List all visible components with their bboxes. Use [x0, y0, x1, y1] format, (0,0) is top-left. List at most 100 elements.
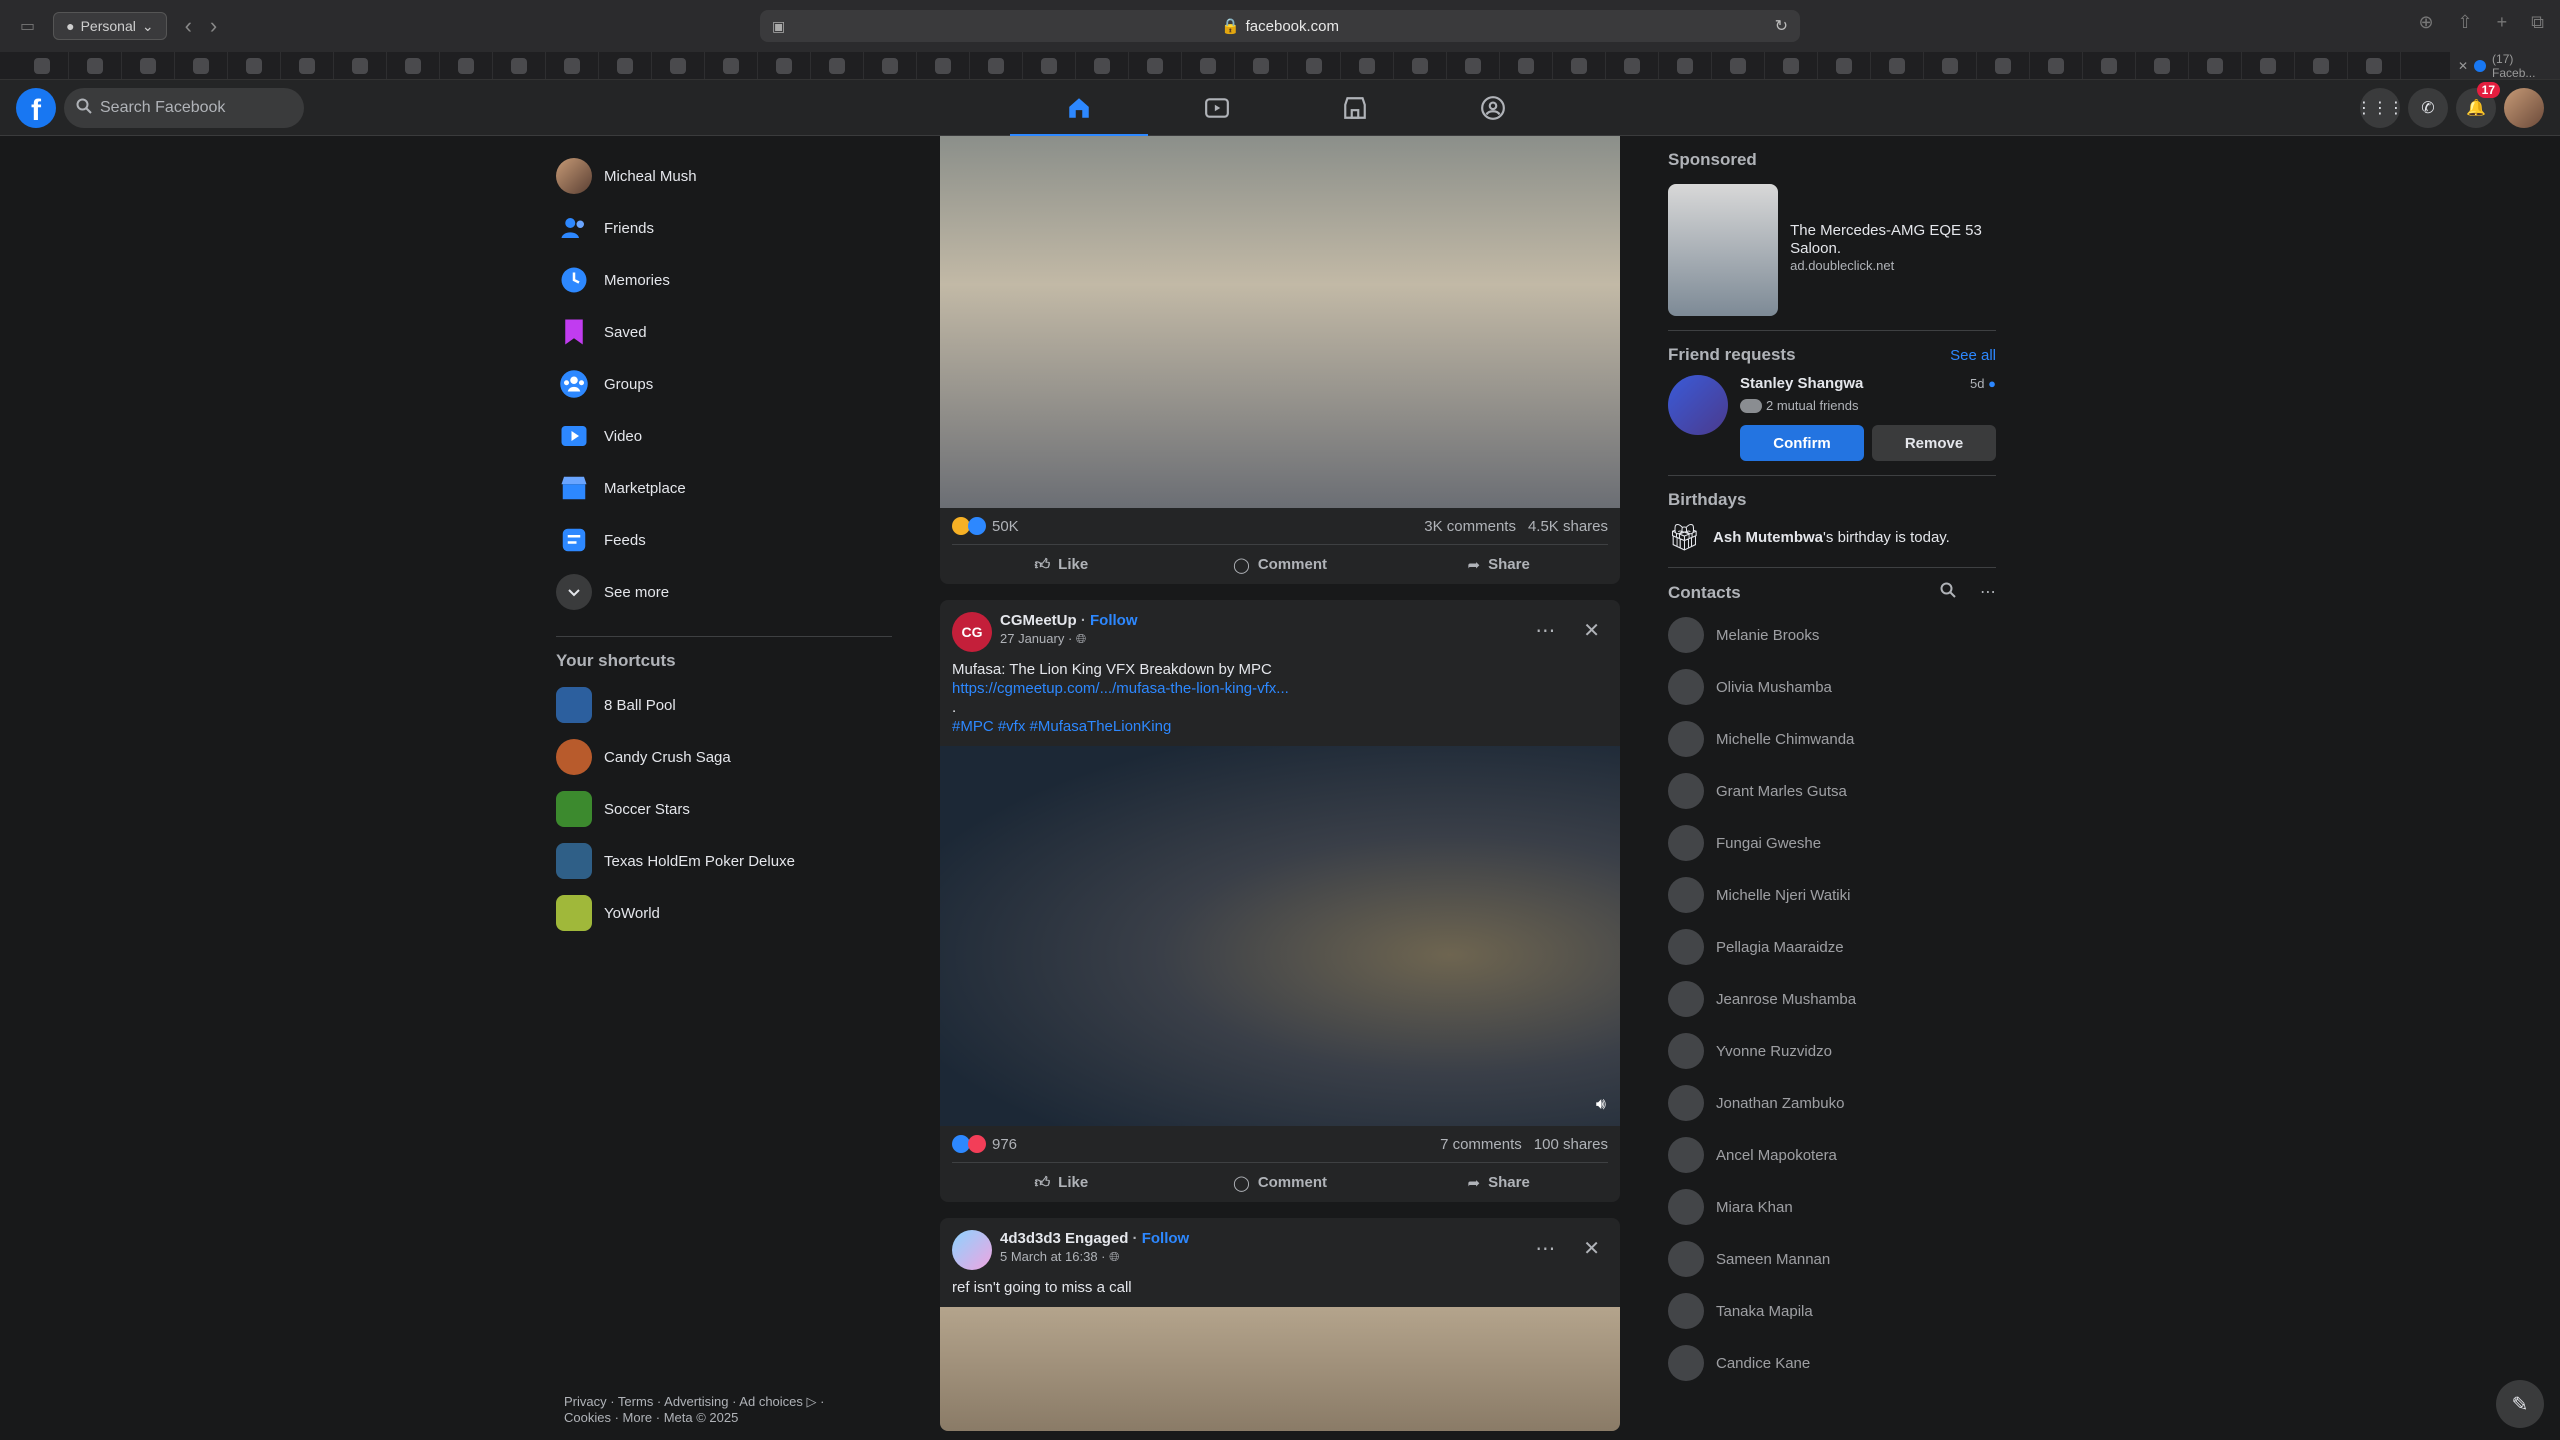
requester-name[interactable]: Stanley Shangwa — [1740, 375, 1863, 392]
pinned-tab[interactable] — [2189, 52, 2242, 79]
sponsored-ad[interactable]: The Mercedes-AMG EQE 53 Saloon. ad.doubl… — [1668, 184, 1996, 316]
like-button[interactable]: 👍︎ Like — [952, 545, 1171, 584]
new-message-button[interactable]: ✎ — [2496, 1380, 2544, 1428]
confirm-button[interactable]: Confirm — [1740, 425, 1864, 461]
contact-item[interactable]: Michelle Njeri Watiki — [1668, 869, 1996, 921]
pinned-tab[interactable] — [1818, 52, 1871, 79]
comment-count[interactable]: 3K comments — [1424, 518, 1516, 535]
tab-groups[interactable] — [1424, 80, 1562, 136]
new-tab-icon[interactable]: + — [2497, 12, 2508, 33]
pinned-tab[interactable] — [1765, 52, 1818, 79]
share-count[interactable]: 4.5K shares — [1528, 518, 1608, 535]
more-options-icon[interactable]: ⋯ — [1535, 618, 1555, 643]
search-input[interactable]: Search Facebook — [64, 88, 304, 128]
pinned-tab[interactable] — [69, 52, 122, 79]
pinned-tab[interactable] — [2030, 52, 2083, 79]
page-avatar[interactable] — [952, 1230, 992, 1270]
pinned-tab[interactable] — [970, 52, 1023, 79]
post-photo[interactable] — [940, 1307, 1620, 1431]
reload-icon[interactable]: ↻ — [1775, 16, 1788, 36]
post-link[interactable]: https://cgmeetup.com/.../mufasa-the-lion… — [952, 679, 1608, 698]
pinned-tab[interactable] — [1606, 52, 1659, 79]
pinned-tab[interactable] — [1023, 52, 1076, 79]
comment-count[interactable]: 7 comments — [1440, 1136, 1522, 1153]
sidebar-item-profile[interactable]: Micheal Mush — [556, 150, 896, 202]
shortcut-soccer-stars[interactable]: Soccer Stars — [556, 783, 896, 835]
contact-item[interactable]: Candice Kane — [1668, 1337, 1996, 1389]
sidebar-item-friends[interactable]: Friends — [556, 202, 896, 254]
pinned-tab[interactable] — [2083, 52, 2136, 79]
post-date[interactable]: 5 March at 16:38 — [1000, 1249, 1098, 1264]
sidebar-item-see-more[interactable]: See more — [556, 566, 896, 618]
search-icon[interactable] — [1940, 582, 1956, 603]
footer-line[interactable]: Cookies · More · Meta © 2025 — [564, 1410, 904, 1426]
more-options-icon[interactable]: ⋯ — [1980, 582, 1996, 603]
sidebar-item-saved[interactable]: Saved — [556, 306, 896, 358]
birthday-name[interactable]: Ash Mutembwa — [1713, 529, 1823, 546]
pinned-tab[interactable] — [16, 52, 69, 79]
reaction-count[interactable]: 50K — [992, 518, 1019, 535]
comment-button[interactable]: ◯ Comment — [1171, 545, 1390, 584]
pinned-tab[interactable] — [2295, 52, 2348, 79]
pinned-tab[interactable] — [599, 52, 652, 79]
contact-item[interactable]: Fungai Gweshe — [1668, 817, 1996, 869]
share-icon[interactable]: ⇧ — [2458, 12, 2473, 33]
volume-icon[interactable]: 🔊︎ — [1596, 1096, 1606, 1114]
pinned-tab[interactable] — [864, 52, 917, 79]
facebook-logo-icon[interactable]: f — [16, 88, 56, 128]
pinned-tab[interactable] — [811, 52, 864, 79]
contact-item[interactable]: Miara Khan — [1668, 1181, 1996, 1233]
menu-grid-button[interactable]: ⋮⋮⋮ — [2356, 88, 2404, 128]
pinned-tab[interactable] — [334, 52, 387, 79]
share-button[interactable]: ➦ Share — [1389, 545, 1608, 584]
download-icon[interactable]: ⊕ — [2418, 12, 2433, 33]
pinned-tab[interactable] — [281, 52, 334, 79]
pinned-tab[interactable] — [228, 52, 281, 79]
reaction-count[interactable]: 976 — [992, 1136, 1017, 1153]
share-button[interactable]: ➦ Share — [1389, 1163, 1608, 1202]
post-author[interactable]: CGMeetUp — [1000, 612, 1077, 629]
contact-item[interactable]: Jeanrose Mushamba — [1668, 973, 1996, 1025]
post-hashtags[interactable]: #MPC #vfx #MufasaTheLionKing — [952, 717, 1608, 736]
pinned-tab[interactable] — [2136, 52, 2189, 79]
pinned-tab[interactable] — [1394, 52, 1447, 79]
sidebar-item-feeds[interactable]: Feeds — [556, 514, 896, 566]
sidebar-item-marketplace[interactable]: Marketplace — [556, 462, 896, 514]
more-options-icon[interactable]: ⋯ — [1535, 1236, 1555, 1261]
sidebar-item-video[interactable]: Video — [556, 410, 896, 462]
shortcut-candy-crush[interactable]: Candy Crush Saga — [556, 731, 896, 783]
account-avatar[interactable] — [2504, 88, 2544, 128]
pinned-tab[interactable] — [1129, 52, 1182, 79]
close-icon[interactable]: ✕ — [1583, 1236, 1600, 1261]
address-bar[interactable]: ▣ 🔒 facebook.com ↻ — [760, 10, 1800, 42]
pinned-tab[interactable] — [2348, 52, 2401, 79]
tab-overview-icon[interactable]: ⧉ — [2531, 12, 2544, 33]
notifications-button[interactable]: 🔔 17 — [2456, 82, 2500, 128]
pinned-tab[interactable] — [652, 52, 705, 79]
pinned-tab[interactable] — [546, 52, 599, 79]
share-count[interactable]: 100 shares — [1534, 1136, 1608, 1153]
pinned-tab[interactable] — [1182, 52, 1235, 79]
shortcut-yoworld[interactable]: YoWorld — [556, 887, 896, 939]
pinned-tab[interactable] — [917, 52, 970, 79]
birthday-item[interactable]: 🎁︎ Ash Mutembwa's birthday is today. — [1668, 522, 1996, 553]
follow-link[interactable]: Follow — [1142, 1230, 1190, 1247]
contact-item[interactable]: Jonathan Zambuko — [1668, 1077, 1996, 1129]
pinned-tab[interactable] — [1712, 52, 1765, 79]
tab-marketplace[interactable] — [1286, 80, 1424, 136]
contact-item[interactable]: Michelle Chimwanda — [1668, 713, 1996, 765]
requester-avatar[interactable] — [1668, 375, 1728, 435]
pinned-tab[interactable] — [1553, 52, 1606, 79]
shortcut-8-ball-pool[interactable]: 8 Ball Pool — [556, 679, 896, 731]
contact-item[interactable]: Grant Marles Gutsa — [1668, 765, 1996, 817]
tab-home[interactable] — [1010, 80, 1148, 137]
active-tab[interactable]: ✕ (17) Faceb... — [2450, 52, 2560, 79]
contact-item[interactable]: Melanie Brooks — [1668, 609, 1996, 661]
pinned-tab[interactable] — [440, 52, 493, 79]
pinned-tab[interactable] — [1977, 52, 2030, 79]
tab-video[interactable] — [1148, 80, 1286, 136]
pinned-tab[interactable] — [1659, 52, 1712, 79]
like-button[interactable]: 👍︎ Like — [952, 1163, 1171, 1202]
ad-image[interactable] — [1668, 184, 1779, 316]
profile-switcher[interactable]: ● Personal ⌄ — [53, 12, 167, 40]
